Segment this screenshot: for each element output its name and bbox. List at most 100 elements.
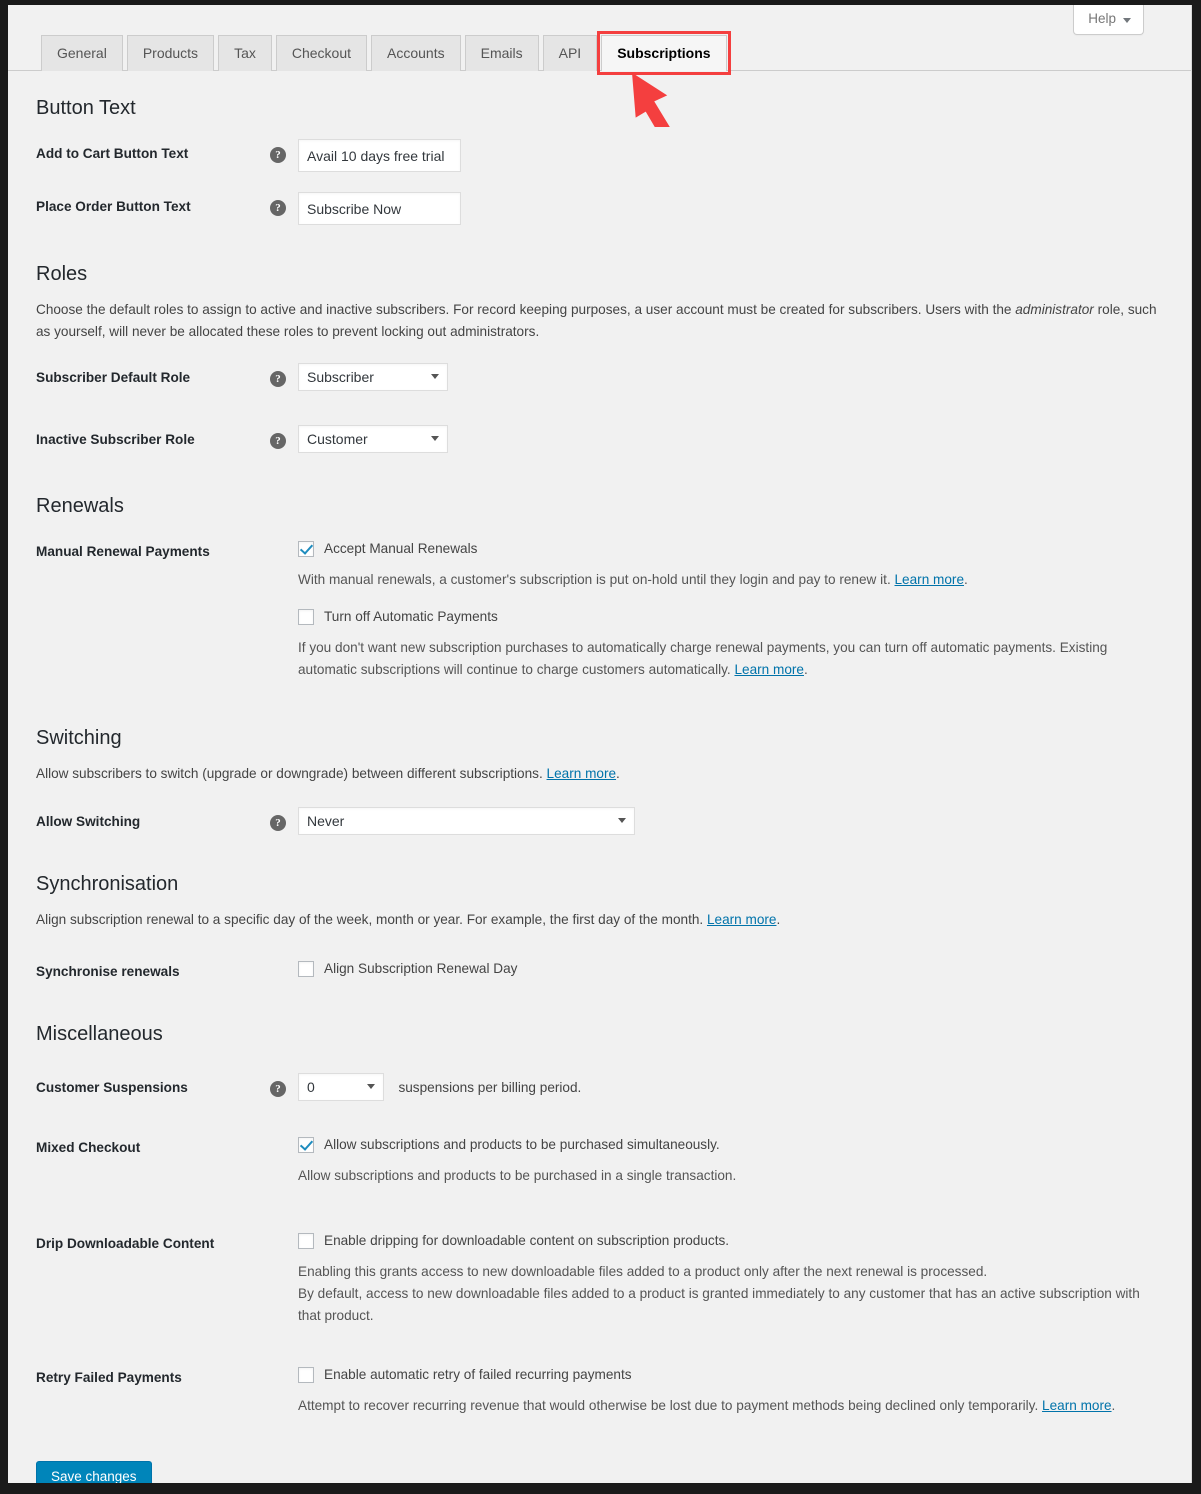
- setting-row-place-order-button-text: Place Order Button Text ?: [36, 192, 1166, 225]
- chevron-down-icon: [618, 818, 626, 824]
- help-button-container: Help: [1073, 5, 1144, 36]
- tab-accounts[interactable]: Accounts: [371, 35, 461, 71]
- accept-manual-desc-text: With manual renewals, a customer's subsc…: [298, 572, 895, 588]
- switching-desc-text: Allow subscribers to switch (upgrade or …: [36, 766, 547, 782]
- tab-api[interactable]: API: [542, 35, 598, 71]
- help-tip-icon[interactable]: ?: [270, 433, 286, 450]
- label-mixed-checkout: Mixed Checkout: [36, 1140, 141, 1156]
- retry-failed-payments-checkbox-label[interactable]: Enable automatic retry of failed recurri…: [324, 1365, 632, 1384]
- roles-description-emphasis: administrator: [1015, 302, 1094, 317]
- place-order-button-text-input[interactable]: [298, 192, 461, 225]
- label-inactive-subscriber-role: Inactive Subscriber Role: [36, 432, 195, 448]
- setting-row-allow-switching: Allow Switching ? Never: [36, 807, 1166, 837]
- tab-general[interactable]: General: [41, 35, 123, 71]
- label-allow-switching: Allow Switching: [36, 814, 141, 830]
- label-retry-failed-payments: Retry Failed Payments: [36, 1370, 182, 1386]
- help-tip-icon[interactable]: ?: [270, 147, 286, 163]
- label-add-to-cart-button-text: Add to Cart Button Text: [36, 146, 189, 161]
- align-subscription-renewal-day-checkbox[interactable]: [298, 960, 314, 977]
- setting-row-add-to-cart-button-text: Add to Cart Button Text ?: [36, 139, 1166, 172]
- drip-downloadable-content-checkbox[interactable]: [298, 1232, 314, 1249]
- setting-row-drip-downloadable-content: Drip Downloadable Content Enable drippin…: [36, 1229, 1166, 1341]
- label-synchronise-renewals: Synchronise renewals: [36, 964, 180, 980]
- checkbox-row-drip-downloadable-content: Enable dripping for downloadable content…: [298, 1229, 1166, 1252]
- help-button[interactable]: Help: [1073, 5, 1144, 36]
- section-heading-roles: Roles: [36, 263, 88, 285]
- tab-checkout[interactable]: Checkout: [275, 35, 368, 71]
- learn-more-link-automatic-payments[interactable]: Learn more: [734, 662, 804, 677]
- mixed-checkout-checkbox-label[interactable]: Allow subscriptions and products to be p…: [324, 1135, 720, 1154]
- setting-row-inactive-subscriber-role: Inactive Subscriber Role ? Customer: [36, 425, 1166, 455]
- subscriber-default-role-select[interactable]: Subscriber: [298, 363, 448, 392]
- section-heading-renewals: Renewals: [36, 495, 124, 518]
- settings-tab-bar: General Products Tax Checkout Accounts E…: [8, 31, 1191, 75]
- tab-tax[interactable]: Tax: [218, 35, 272, 71]
- help-button-label: Help: [1088, 11, 1116, 26]
- drip-downloadable-description-line-2: By default, access to new downloadable f…: [298, 1286, 1140, 1324]
- chevron-down-icon: [1123, 17, 1131, 23]
- help-tip-icon[interactable]: ?: [270, 815, 286, 832]
- mixed-checkout-checkbox[interactable]: [298, 1136, 314, 1153]
- help-tip-icon[interactable]: ?: [270, 200, 286, 216]
- label-customer-suspensions: Customer Suspensions: [36, 1080, 188, 1096]
- synchronisation-desc-period: .: [776, 912, 781, 928]
- subscriber-default-role-value: Subscriber: [307, 369, 374, 386]
- checkbox-row-retry-failed-payments: Enable automatic retry of failed recurri…: [298, 1363, 1166, 1386]
- tab-emails[interactable]: Emails: [464, 35, 539, 71]
- settings-page: Help General Products Tax Checkout Accou…: [8, 5, 1192, 1483]
- setting-row-subscriber-default-role: Subscriber Default Role ? Subscriber: [36, 363, 1166, 393]
- checkbox-row-align-subscription-renewal-day: Align Subscription Renewal Day: [298, 957, 1166, 980]
- retry-failed-payments-checkbox[interactable]: [298, 1366, 314, 1383]
- customer-suspensions-select[interactable]: 0: [298, 1073, 384, 1102]
- learn-more-link-synchronisation[interactable]: Learn more: [707, 912, 777, 927]
- allow-switching-value: Never: [307, 813, 345, 830]
- label-place-order-button-text: Place Order Button Text: [36, 199, 191, 214]
- setting-row-mixed-checkout: Mixed Checkout Allow subscriptions and p…: [36, 1133, 1166, 1201]
- turn-off-automatic-payments-label[interactable]: Turn off Automatic Payments: [324, 607, 498, 626]
- settings-content: Button Text Add to Cart Button Text ? Pl…: [8, 71, 1191, 1483]
- accept-manual-renewals-checkbox[interactable]: [298, 540, 314, 557]
- roles-description-part-a: Choose the default roles to assign to ac…: [36, 302, 1016, 317]
- turn-off-automatic-payments-checkbox[interactable]: [298, 608, 314, 625]
- accept-manual-renewals-description: With manual renewals, a customer's subsc…: [298, 569, 1166, 591]
- help-tip-icon[interactable]: ?: [270, 1081, 286, 1098]
- retry-failed-desc-text: Attempt to recover recurring revenue tha…: [298, 1398, 1043, 1414]
- inactive-subscriber-role-select[interactable]: Customer: [298, 425, 448, 454]
- learn-more-link-retry-failed-payments[interactable]: Learn more: [1042, 1398, 1112, 1413]
- turn-off-automatic-payments-description: If you don't want new subscription purch…: [298, 637, 1166, 681]
- chevron-down-icon: [431, 374, 439, 380]
- retry-failed-desc-period: .: [1111, 1398, 1116, 1414]
- setting-row-synchronise-renewals: Synchronise renewals Align Subscription …: [36, 957, 1166, 987]
- label-drip-downloadable-content: Drip Downloadable Content: [36, 1236, 215, 1252]
- drip-downloadable-content-checkbox-label[interactable]: Enable dripping for downloadable content…: [324, 1231, 729, 1250]
- align-subscription-renewal-day-label[interactable]: Align Subscription Renewal Day: [324, 959, 517, 978]
- turn-off-auto-desc-period: .: [803, 662, 808, 678]
- switching-description: Allow subscribers to switch (upgrade or …: [36, 763, 1164, 785]
- add-to-cart-button-text-input[interactable]: [298, 139, 461, 172]
- tab-products[interactable]: Products: [126, 35, 215, 71]
- setting-row-manual-renewal-payments: Manual Renewal Payments Accept Manual Re…: [36, 537, 1166, 695]
- label-manual-renewal-payments: Manual Renewal Payments: [36, 544, 210, 560]
- learn-more-link-manual-renewals[interactable]: Learn more: [895, 572, 965, 587]
- accept-manual-desc-period: .: [964, 572, 968, 588]
- roles-description: Choose the default roles to assign to ac…: [36, 299, 1164, 343]
- tab-subscriptions[interactable]: Subscriptions: [597, 31, 731, 75]
- inactive-subscriber-role-value: Customer: [307, 431, 368, 448]
- allow-switching-select[interactable]: Never: [298, 807, 635, 836]
- save-changes-button[interactable]: Save changes: [36, 1461, 152, 1483]
- drip-downloadable-description-line-1: Enabling this grants access to new downl…: [298, 1264, 988, 1280]
- section-heading-synchronisation: Synchronisation: [36, 873, 179, 896]
- label-subscriber-default-role: Subscriber Default Role: [36, 370, 191, 386]
- checkbox-row-turn-off-automatic-payments: Turn off Automatic Payments: [298, 605, 1166, 628]
- learn-more-link-switching[interactable]: Learn more: [547, 766, 617, 781]
- setting-row-customer-suspensions: Customer Suspensions ? 0 suspensions per…: [36, 1073, 1166, 1103]
- section-heading-miscellaneous: Miscellaneous: [36, 1023, 163, 1046]
- accept-manual-renewals-label[interactable]: Accept Manual Renewals: [324, 539, 477, 558]
- checkbox-row-accept-manual-renewals: Accept Manual Renewals: [298, 537, 1166, 560]
- chevron-down-icon: [431, 436, 439, 442]
- synchronisation-description: Align subscription renewal to a specific…: [36, 909, 1164, 931]
- save-button-container: Save changes: [36, 1461, 1166, 1483]
- switching-desc-period: .: [616, 766, 620, 782]
- help-tip-icon[interactable]: ?: [270, 371, 286, 388]
- section-heading-switching: Switching: [36, 727, 122, 750]
